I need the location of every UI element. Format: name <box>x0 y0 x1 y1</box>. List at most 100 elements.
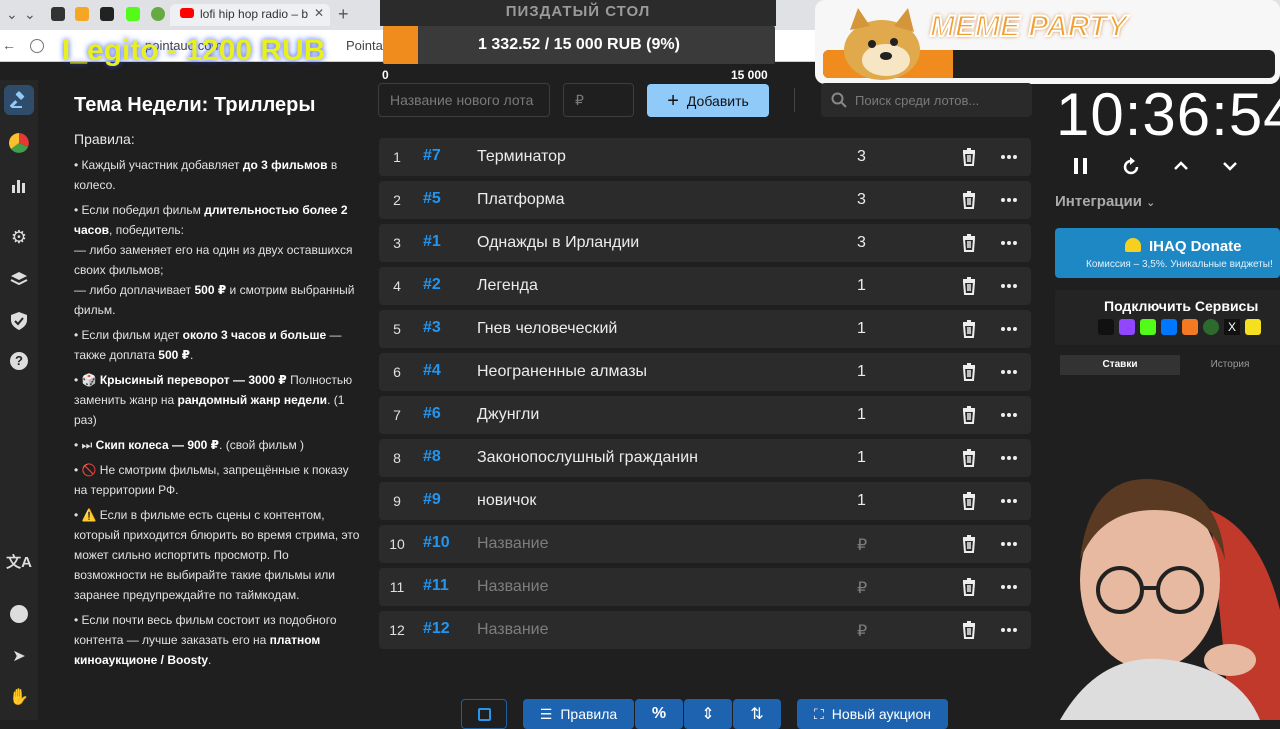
new-lot-name-input[interactable]: Название нового лота <box>378 83 550 117</box>
favicon-icon[interactable] <box>51 7 65 21</box>
link-icon[interactable] <box>1203 319 1219 335</box>
tab-history[interactable]: История <box>1180 355 1280 375</box>
sidebar-item-settings[interactable]: ⚙ <box>4 222 34 252</box>
trash-icon[interactable] <box>959 190 979 215</box>
lot-amount[interactable]: ₽ <box>857 535 867 555</box>
more-icon[interactable] <box>999 620 1019 645</box>
more-icon[interactable] <box>999 190 1019 215</box>
favicon-icon[interactable] <box>126 7 140 21</box>
chevron-up-icon[interactable] <box>1171 156 1191 181</box>
more-icon[interactable] <box>999 577 1019 602</box>
trash-icon[interactable] <box>959 147 979 172</box>
x-icon[interactable]: X <box>1224 319 1240 335</box>
lot-amount[interactable]: 1 <box>857 277 866 295</box>
more-icon[interactable] <box>999 319 1019 344</box>
twitch-icon[interactable] <box>1119 319 1135 335</box>
sidebar-item-auction[interactable] <box>4 85 34 115</box>
rules-button[interactable]: ☰ Правила <box>523 699 634 729</box>
trash-icon[interactable] <box>959 276 979 301</box>
lot-row[interactable]: 3 #1 Однажды в Ирландии 3 <box>379 224 1031 262</box>
lot-row[interactable]: 6 #4 Неограненные алмазы 1 <box>379 353 1031 391</box>
lot-name[interactable]: Законопослушный гражданин <box>477 449 698 467</box>
lot-name[interactable]: Название <box>477 621 549 639</box>
lot-amount[interactable]: 1 <box>857 406 866 424</box>
telegram-icon[interactable] <box>1245 319 1261 335</box>
lot-amount[interactable]: 1 <box>857 320 866 338</box>
donationalerts-icon[interactable] <box>1098 319 1114 335</box>
trash-icon[interactable] <box>959 405 979 430</box>
lot-name[interactable]: новичок <box>477 492 536 510</box>
lot-row[interactable]: 7 #6 Джунгли 1 <box>379 396 1031 434</box>
lot-row[interactable]: 1 #7 Терминатор 3 <box>379 138 1031 176</box>
vk-icon[interactable] <box>1161 319 1177 335</box>
compress-button[interactable]: ⇕ <box>684 699 732 729</box>
back-icon[interactable]: ← <box>2 37 16 53</box>
chevron-down-icon[interactable] <box>1220 156 1240 181</box>
trash-icon[interactable] <box>959 491 979 516</box>
lot-name[interactable]: Неограненные алмазы <box>477 363 647 381</box>
trash-icon[interactable] <box>959 233 979 258</box>
lot-name[interactable]: Название <box>477 535 549 553</box>
site-icon[interactable] <box>30 39 44 53</box>
lot-row[interactable]: 11 #11 Название ₽ <box>379 568 1031 606</box>
favicon-icon[interactable] <box>151 7 165 21</box>
lot-amount[interactable]: 3 <box>857 191 866 209</box>
boosty-icon[interactable] <box>1182 319 1198 335</box>
more-icon[interactable] <box>999 362 1019 387</box>
lot-row[interactable]: 9 #9 новичок 1 <box>379 482 1031 520</box>
lot-name[interactable]: Гнев человеческий <box>477 320 617 338</box>
lot-amount[interactable]: ₽ <box>857 621 867 641</box>
more-icon[interactable] <box>999 276 1019 301</box>
lot-amount[interactable]: 1 <box>857 363 866 381</box>
pause-icon[interactable] <box>1072 156 1090 181</box>
lot-amount[interactable]: 1 <box>857 449 866 467</box>
lot-name[interactable]: Название <box>477 578 549 596</box>
sidebar-item-wheel[interactable] <box>4 128 34 158</box>
ihaq-donate-card[interactable]: IHAQ Donate Комиссия – 3,5%. Уникальные … <box>1055 228 1280 278</box>
lot-row[interactable]: 4 #2 Легенда 1 <box>379 267 1031 305</box>
new-tab-icon[interactable]: + <box>338 4 349 25</box>
trash-icon[interactable] <box>959 319 979 344</box>
chevron-down-icon[interactable]: ⌄ <box>24 6 36 23</box>
trash-icon[interactable] <box>959 534 979 559</box>
lot-name[interactable]: Платформа <box>477 191 565 209</box>
sidebar-item-stats[interactable] <box>4 170 34 200</box>
sidebar-item-help[interactable]: ? <box>4 346 34 376</box>
trash-icon[interactable] <box>959 448 979 473</box>
lot-row[interactable]: 2 #5 Платформа 3 <box>379 181 1031 219</box>
lot-amount[interactable]: 1 <box>857 492 866 510</box>
more-icon[interactable] <box>999 491 1019 516</box>
lot-name[interactable]: Легенда <box>477 277 538 295</box>
new-lot-amount-input[interactable]: ₽ <box>563 83 634 117</box>
lot-row[interactable]: 12 #12 Название ₽ <box>379 611 1031 649</box>
percent-button[interactable]: % <box>635 699 683 729</box>
tab-search-icon[interactable]: ⌄ <box>6 6 18 23</box>
kick-icon[interactable] <box>1140 319 1156 335</box>
trash-icon[interactable] <box>959 362 979 387</box>
lot-amount[interactable]: ₽ <box>857 578 867 598</box>
tab-bets[interactable]: Ставки <box>1060 355 1180 375</box>
sidebar-item-language[interactable]: 文A <box>4 546 34 576</box>
tab-lofi[interactable]: lofi hip hop radio – b ✕ <box>170 4 330 26</box>
lot-row[interactable]: 5 #3 Гнев человеческий 1 <box>379 310 1031 348</box>
favicon-icon[interactable] <box>100 7 114 21</box>
more-icon[interactable] <box>999 147 1019 172</box>
add-lot-button[interactable]: + Добавить <box>647 84 769 117</box>
more-icon[interactable] <box>999 534 1019 559</box>
lot-row[interactable]: 10 #10 Название ₽ <box>379 525 1031 563</box>
lot-name[interactable]: Однажды в Ирландии <box>477 234 639 252</box>
sidebar-item-github[interactable] <box>4 599 34 629</box>
trash-icon[interactable] <box>959 577 979 602</box>
trash-icon[interactable] <box>959 620 979 645</box>
sidebar-item-security[interactable] <box>4 306 34 336</box>
more-icon[interactable] <box>999 448 1019 473</box>
lot-name[interactable]: Джунгли <box>477 406 539 424</box>
sidebar-item-layers[interactable] <box>4 264 34 294</box>
favicon-icon[interactable] <box>75 7 89 21</box>
more-icon[interactable] <box>999 405 1019 430</box>
integrations-dropdown[interactable]: Интеграции ⌄ <box>1055 193 1155 210</box>
lot-row[interactable]: 8 #8 Законопослушный гражданин 1 <box>379 439 1031 477</box>
lot-amount[interactable]: 3 <box>857 234 866 252</box>
save-button[interactable] <box>461 699 507 729</box>
sidebar-item-telegram[interactable]: ➤ <box>4 641 34 671</box>
